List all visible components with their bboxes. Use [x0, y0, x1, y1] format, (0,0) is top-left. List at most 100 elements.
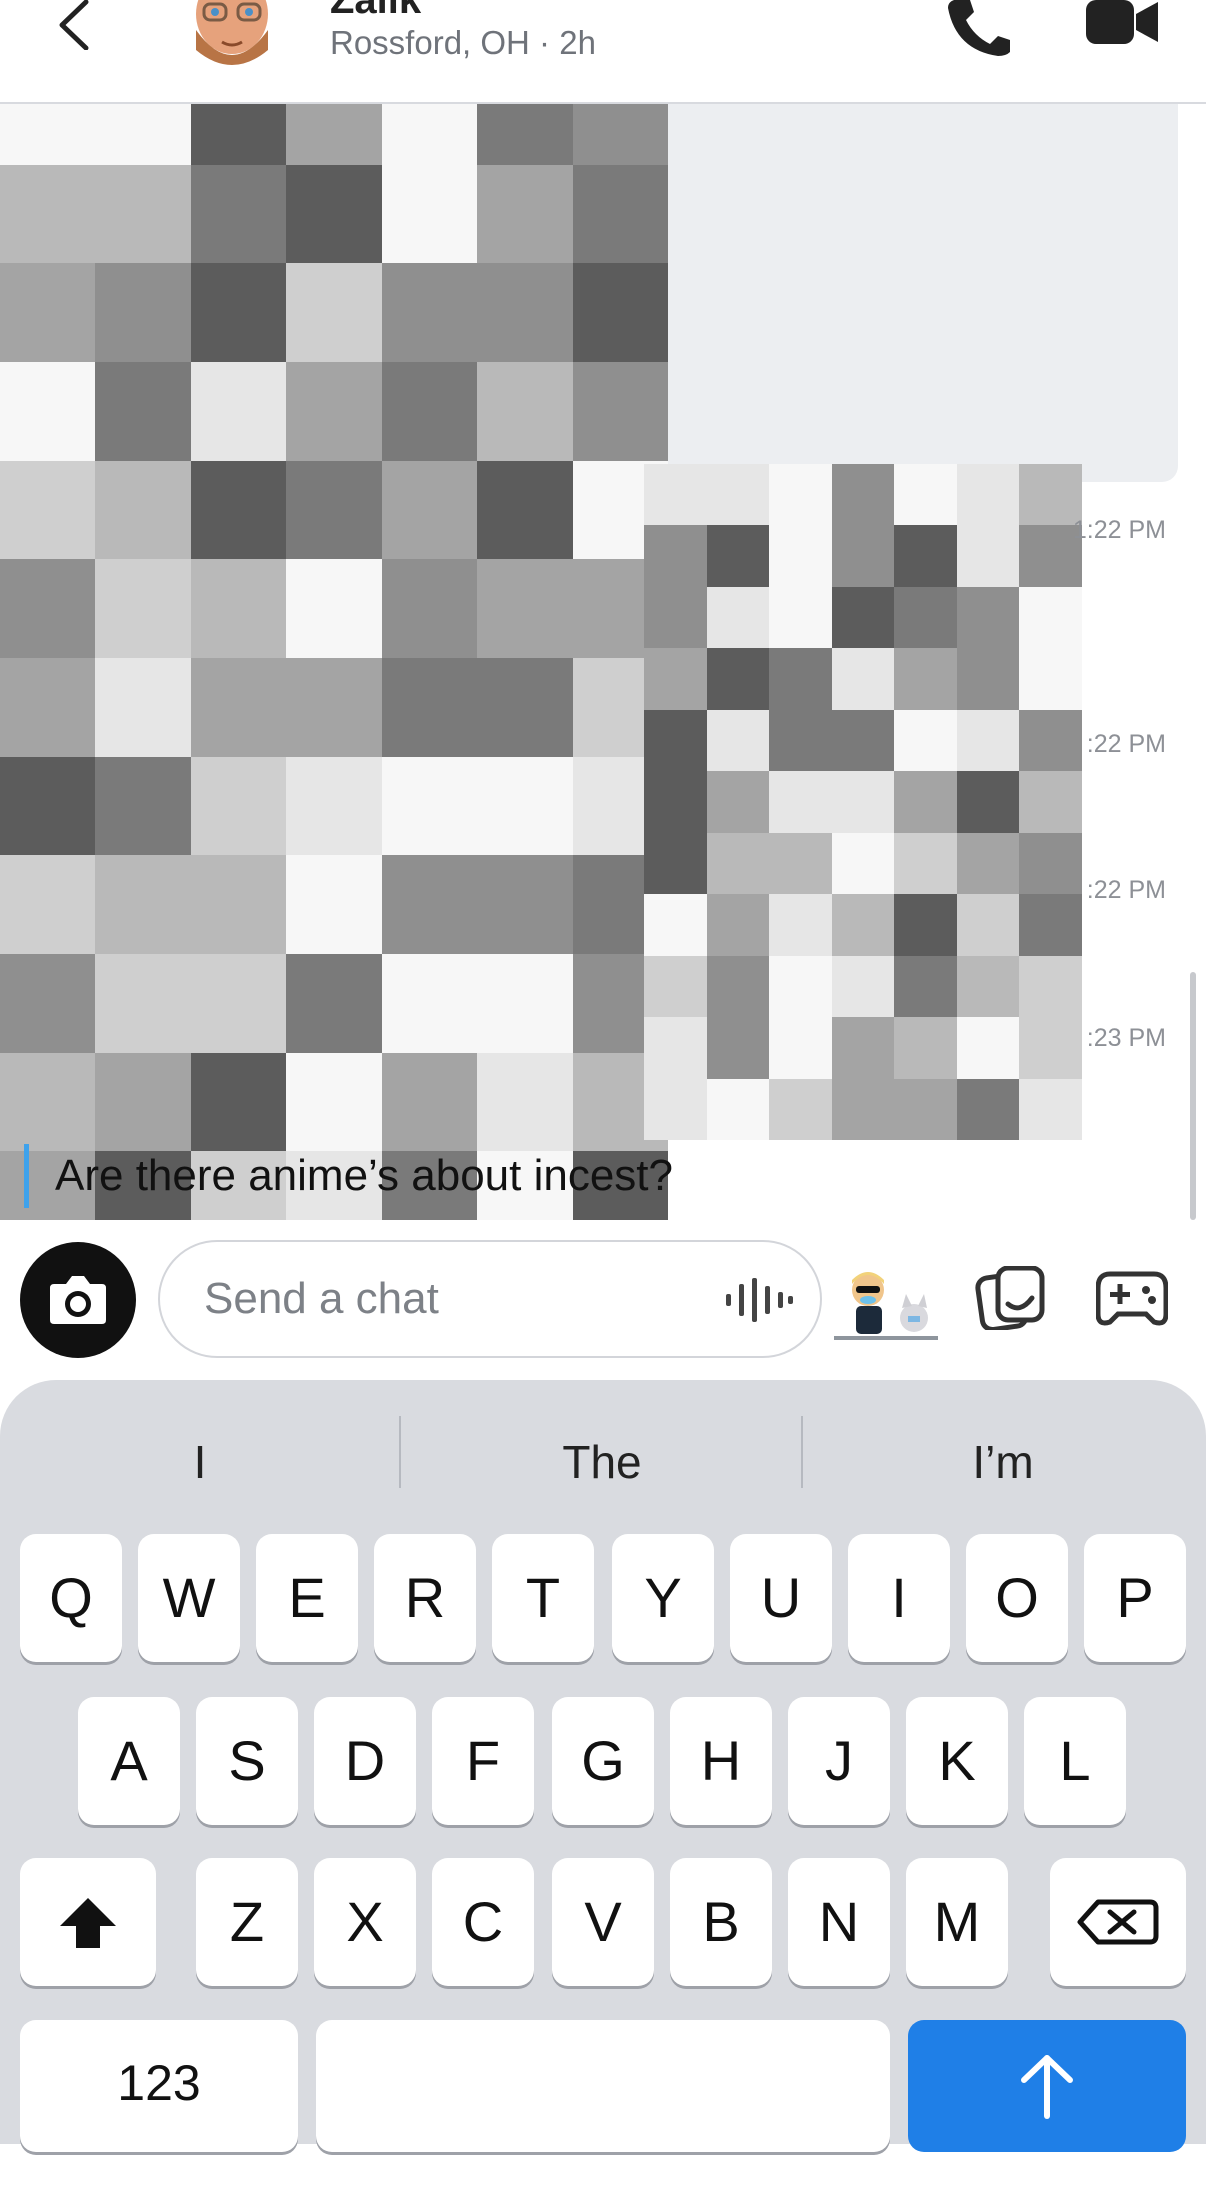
- key-y[interactable]: Y: [612, 1534, 714, 1662]
- mosaic-tile: [477, 263, 573, 362]
- scrollbar[interactable]: [1190, 972, 1196, 1220]
- mosaic-tile: [0, 855, 96, 954]
- key-v[interactable]: V: [552, 1858, 654, 1986]
- voice-wave-icon[interactable]: [724, 1278, 794, 1322]
- mosaic-tile: [190, 559, 287, 658]
- suggestion-2[interactable]: The: [420, 1422, 784, 1502]
- key-j[interactable]: J: [788, 1697, 890, 1825]
- key-m[interactable]: M: [906, 1858, 1008, 1986]
- numbers-key[interactable]: 123: [20, 2020, 298, 2152]
- chat-thread[interactable]: 1:22 PM :22 PM :22 PM :23 PM Are there a…: [0, 104, 1206, 1220]
- key-d[interactable]: D: [314, 1697, 416, 1825]
- key-k[interactable]: K: [906, 1697, 1008, 1825]
- mosaic-tile: [644, 464, 707, 526]
- pixelated-media-large[interactable]: [0, 104, 668, 1220]
- space-key[interactable]: [316, 2020, 890, 2152]
- mosaic-tile: [1019, 648, 1082, 710]
- mosaic-tile: [477, 460, 573, 560]
- pixelated-media-small[interactable]: [644, 464, 1082, 1140]
- mosaic-tile: [95, 104, 191, 165]
- video-camera-icon[interactable]: [1086, 0, 1158, 48]
- key-x[interactable]: X: [314, 1858, 416, 1986]
- mosaic-tile: [956, 894, 1020, 956]
- suggestion-3[interactable]: I’m: [820, 1422, 1186, 1502]
- key-l[interactable]: L: [1024, 1697, 1126, 1825]
- key-c[interactable]: C: [432, 1858, 534, 1986]
- mosaic-tile: [0, 953, 96, 1053]
- key-b[interactable]: B: [670, 1858, 772, 1986]
- avatar[interactable]: [186, 0, 278, 66]
- mosaic-tile: [894, 586, 957, 649]
- mosaic-tile: [95, 855, 191, 954]
- key-n[interactable]: N: [788, 1858, 890, 1986]
- mosaic-tile: [831, 709, 895, 772]
- mosaic-tile: [95, 164, 191, 264]
- mosaic-tile: [0, 164, 96, 264]
- key-p[interactable]: P: [1084, 1534, 1186, 1662]
- mosaic-tile: [286, 756, 382, 856]
- mosaic-tile: [95, 559, 191, 658]
- sticker-card-icon[interactable]: [974, 1265, 1046, 1333]
- mosaic-tile: [706, 955, 770, 1018]
- mosaic-tile: [190, 953, 287, 1053]
- chat-input[interactable]: Send a chat: [158, 1240, 822, 1358]
- mosaic-tile: [381, 756, 478, 856]
- key-r[interactable]: R: [374, 1534, 476, 1662]
- key-u[interactable]: U: [730, 1534, 832, 1662]
- mosaic-tile: [572, 263, 668, 362]
- key-o[interactable]: O: [966, 1534, 1068, 1662]
- key-i[interactable]: I: [848, 1534, 950, 1662]
- shift-key[interactable]: [20, 1858, 156, 1986]
- key-f[interactable]: F: [432, 1697, 534, 1825]
- mosaic-tile: [1019, 832, 1082, 895]
- mosaic-tile: [572, 164, 668, 264]
- mosaic-tile: [831, 648, 895, 710]
- mosaic-tile: [956, 1078, 1020, 1140]
- mosaic-tile: [572, 104, 668, 165]
- mosaic-tile: [644, 771, 707, 833]
- mosaic-tile: [1019, 894, 1082, 956]
- key-w[interactable]: W: [138, 1534, 240, 1662]
- mosaic-tile: [286, 460, 382, 560]
- send-button[interactable]: [908, 2020, 1186, 2152]
- on-screen-keyboard: I The I’m Q W E R T Y U I O P A S D F G …: [0, 1380, 1206, 2152]
- key-a[interactable]: A: [78, 1697, 180, 1825]
- mosaic-tile: [0, 657, 96, 757]
- camera-icon: [50, 1276, 106, 1324]
- mosaic-tile: [0, 361, 96, 461]
- mosaic-tile: [477, 361, 573, 461]
- key-z[interactable]: Z: [196, 1858, 298, 1986]
- key-h[interactable]: H: [670, 1697, 772, 1825]
- key-t[interactable]: T: [492, 1534, 594, 1662]
- mosaic-tile: [477, 756, 573, 856]
- mosaic-tile: [190, 756, 287, 856]
- mosaic-tile: [956, 709, 1020, 772]
- mosaic-tile: [644, 709, 707, 772]
- mosaic-tile: [381, 361, 478, 461]
- mosaic-tile: [769, 709, 832, 772]
- key-g[interactable]: G: [552, 1697, 654, 1825]
- mosaic-tile: [286, 657, 382, 757]
- mosaic-tile: [831, 525, 895, 587]
- mosaic-tile: [894, 525, 957, 587]
- phone-icon[interactable]: [946, 0, 1012, 56]
- bitmoji-sticker-icon[interactable]: [834, 1272, 938, 1342]
- back-chevron-icon[interactable]: [54, 0, 94, 51]
- mosaic-tile: [769, 525, 832, 587]
- key-q[interactable]: Q: [20, 1534, 122, 1662]
- suggestion-1[interactable]: I: [20, 1422, 380, 1502]
- mosaic-tile: [894, 1017, 957, 1079]
- mosaic-tile: [706, 832, 770, 895]
- mosaic-tile: [894, 955, 957, 1018]
- gamepad-icon[interactable]: [1095, 1268, 1169, 1328]
- key-e[interactable]: E: [256, 1534, 358, 1662]
- mosaic-tile: [381, 559, 478, 658]
- mosaic-tile: [190, 855, 287, 954]
- mosaic-tile: [95, 263, 191, 362]
- mosaic-tile: [956, 464, 1020, 526]
- camera-button[interactable]: [20, 1242, 136, 1358]
- mosaic-tile: [572, 361, 668, 461]
- contact-name[interactable]: Zalik: [330, 0, 421, 23]
- key-s[interactable]: S: [196, 1697, 298, 1825]
- backspace-key[interactable]: [1050, 1858, 1186, 1986]
